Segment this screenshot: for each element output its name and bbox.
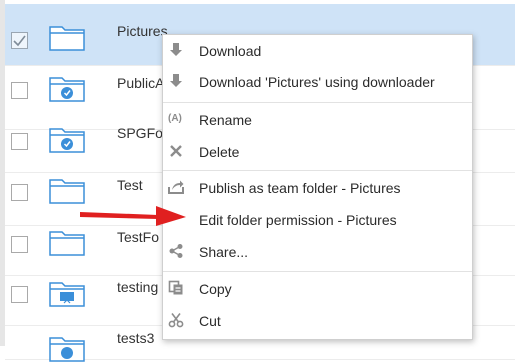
copy-icon — [168, 280, 183, 295]
menu-label: Publish as team folder - Pictures — [199, 180, 401, 196]
file-name[interactable]: Test — [117, 177, 143, 193]
shared-folder-icon — [49, 77, 85, 102]
menu-item-publish-team-folder[interactable]: Publish as team folder - Pictures — [163, 173, 472, 203]
menu-item-download[interactable]: Download — [163, 36, 472, 66]
menu-label: Download — [199, 43, 262, 59]
menu-item-delete[interactable]: Delete — [163, 137, 472, 167]
menu-item-copy[interactable]: Copy — [163, 274, 472, 304]
close-icon — [170, 145, 182, 157]
menu-label: Delete — [199, 144, 240, 160]
row-checkbox[interactable] — [11, 32, 28, 49]
folder-icon — [49, 179, 85, 204]
menu-divider — [163, 170, 472, 171]
presentation-folder-icon — [49, 282, 85, 307]
row-checkbox[interactable] — [11, 133, 28, 150]
annotation-arrow-icon — [80, 206, 186, 226]
shared-folder-icon — [49, 128, 85, 153]
folder-icon — [49, 231, 85, 256]
file-name[interactable]: PublicA — [117, 75, 164, 91]
row-checkbox[interactable] — [11, 82, 28, 99]
publish-icon — [168, 180, 184, 194]
checkmark-icon — [13, 35, 26, 47]
download-icon — [170, 43, 182, 56]
row-checkbox[interactable] — [11, 236, 28, 253]
file-name[interactable]: tests3 — [117, 330, 154, 346]
row-checkbox[interactable] — [11, 184, 28, 201]
menu-item-cut[interactable]: Cut — [163, 306, 472, 336]
share-icon — [169, 244, 183, 258]
menu-label: Copy — [199, 281, 232, 297]
menu-label: Download 'Pictures' using downloader — [199, 74, 435, 90]
menu-item-share[interactable]: Share... — [163, 237, 472, 267]
rename-icon: (A) — [168, 113, 182, 124]
scissors-icon — [168, 313, 184, 328]
menu-divider — [163, 102, 472, 103]
folder-icon — [49, 26, 85, 51]
download-icon — [170, 74, 182, 87]
row-checkbox[interactable] — [11, 286, 28, 303]
shared-folder-icon — [49, 337, 85, 362]
file-name[interactable]: testing — [117, 279, 158, 295]
menu-item-edit-folder-permission[interactable]: Edit folder permission - Pictures — [163, 205, 472, 235]
context-menu: Download Download 'Pictures' using downl… — [162, 34, 473, 340]
menu-divider — [163, 271, 472, 272]
menu-label: Edit folder permission - Pictures — [199, 212, 397, 228]
menu-item-download-using-downloader[interactable]: Download 'Pictures' using downloader — [163, 67, 472, 97]
menu-label: Share... — [199, 244, 249, 260]
menu-item-rename[interactable]: (A) Rename — [163, 105, 472, 135]
menu-label: Cut — [199, 313, 221, 329]
menu-label: Rename — [199, 112, 252, 128]
file-name[interactable]: SPGFo — [117, 125, 163, 141]
file-name[interactable]: Pictures — [117, 23, 168, 39]
file-name[interactable]: TestFo — [117, 229, 159, 245]
